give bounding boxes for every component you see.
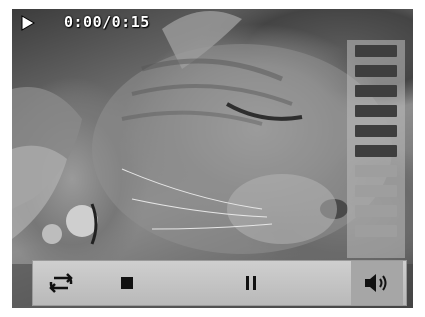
- play-icon[interactable]: [20, 14, 36, 32]
- volume-level-bar[interactable]: [355, 45, 397, 57]
- speaker-icon: [365, 274, 387, 292]
- volume-level-bar[interactable]: [355, 185, 397, 197]
- volume-level-bar[interactable]: [355, 85, 397, 97]
- stop-button[interactable]: [107, 261, 147, 305]
- stop-icon: [121, 277, 133, 289]
- volume-level-bar[interactable]: [355, 105, 397, 117]
- video-player: 0:00/0:15: [0, 0, 425, 317]
- pause-button[interactable]: [231, 261, 271, 305]
- volume-level-bar[interactable]: [355, 65, 397, 77]
- pause-icon: [246, 276, 256, 290]
- volume-level-bar[interactable]: [355, 205, 397, 217]
- repeat-button[interactable]: [41, 261, 81, 305]
- volume-level-bar[interactable]: [355, 225, 397, 237]
- repeat-icon: [49, 273, 73, 293]
- volume-meter[interactable]: [347, 40, 405, 258]
- control-bar: [32, 260, 407, 306]
- time-readout: 0:00/0:15: [64, 13, 150, 31]
- volume-button[interactable]: [351, 261, 403, 305]
- volume-level-bar[interactable]: [355, 165, 397, 177]
- volume-level-bar[interactable]: [355, 125, 397, 137]
- volume-level-bar[interactable]: [355, 145, 397, 157]
